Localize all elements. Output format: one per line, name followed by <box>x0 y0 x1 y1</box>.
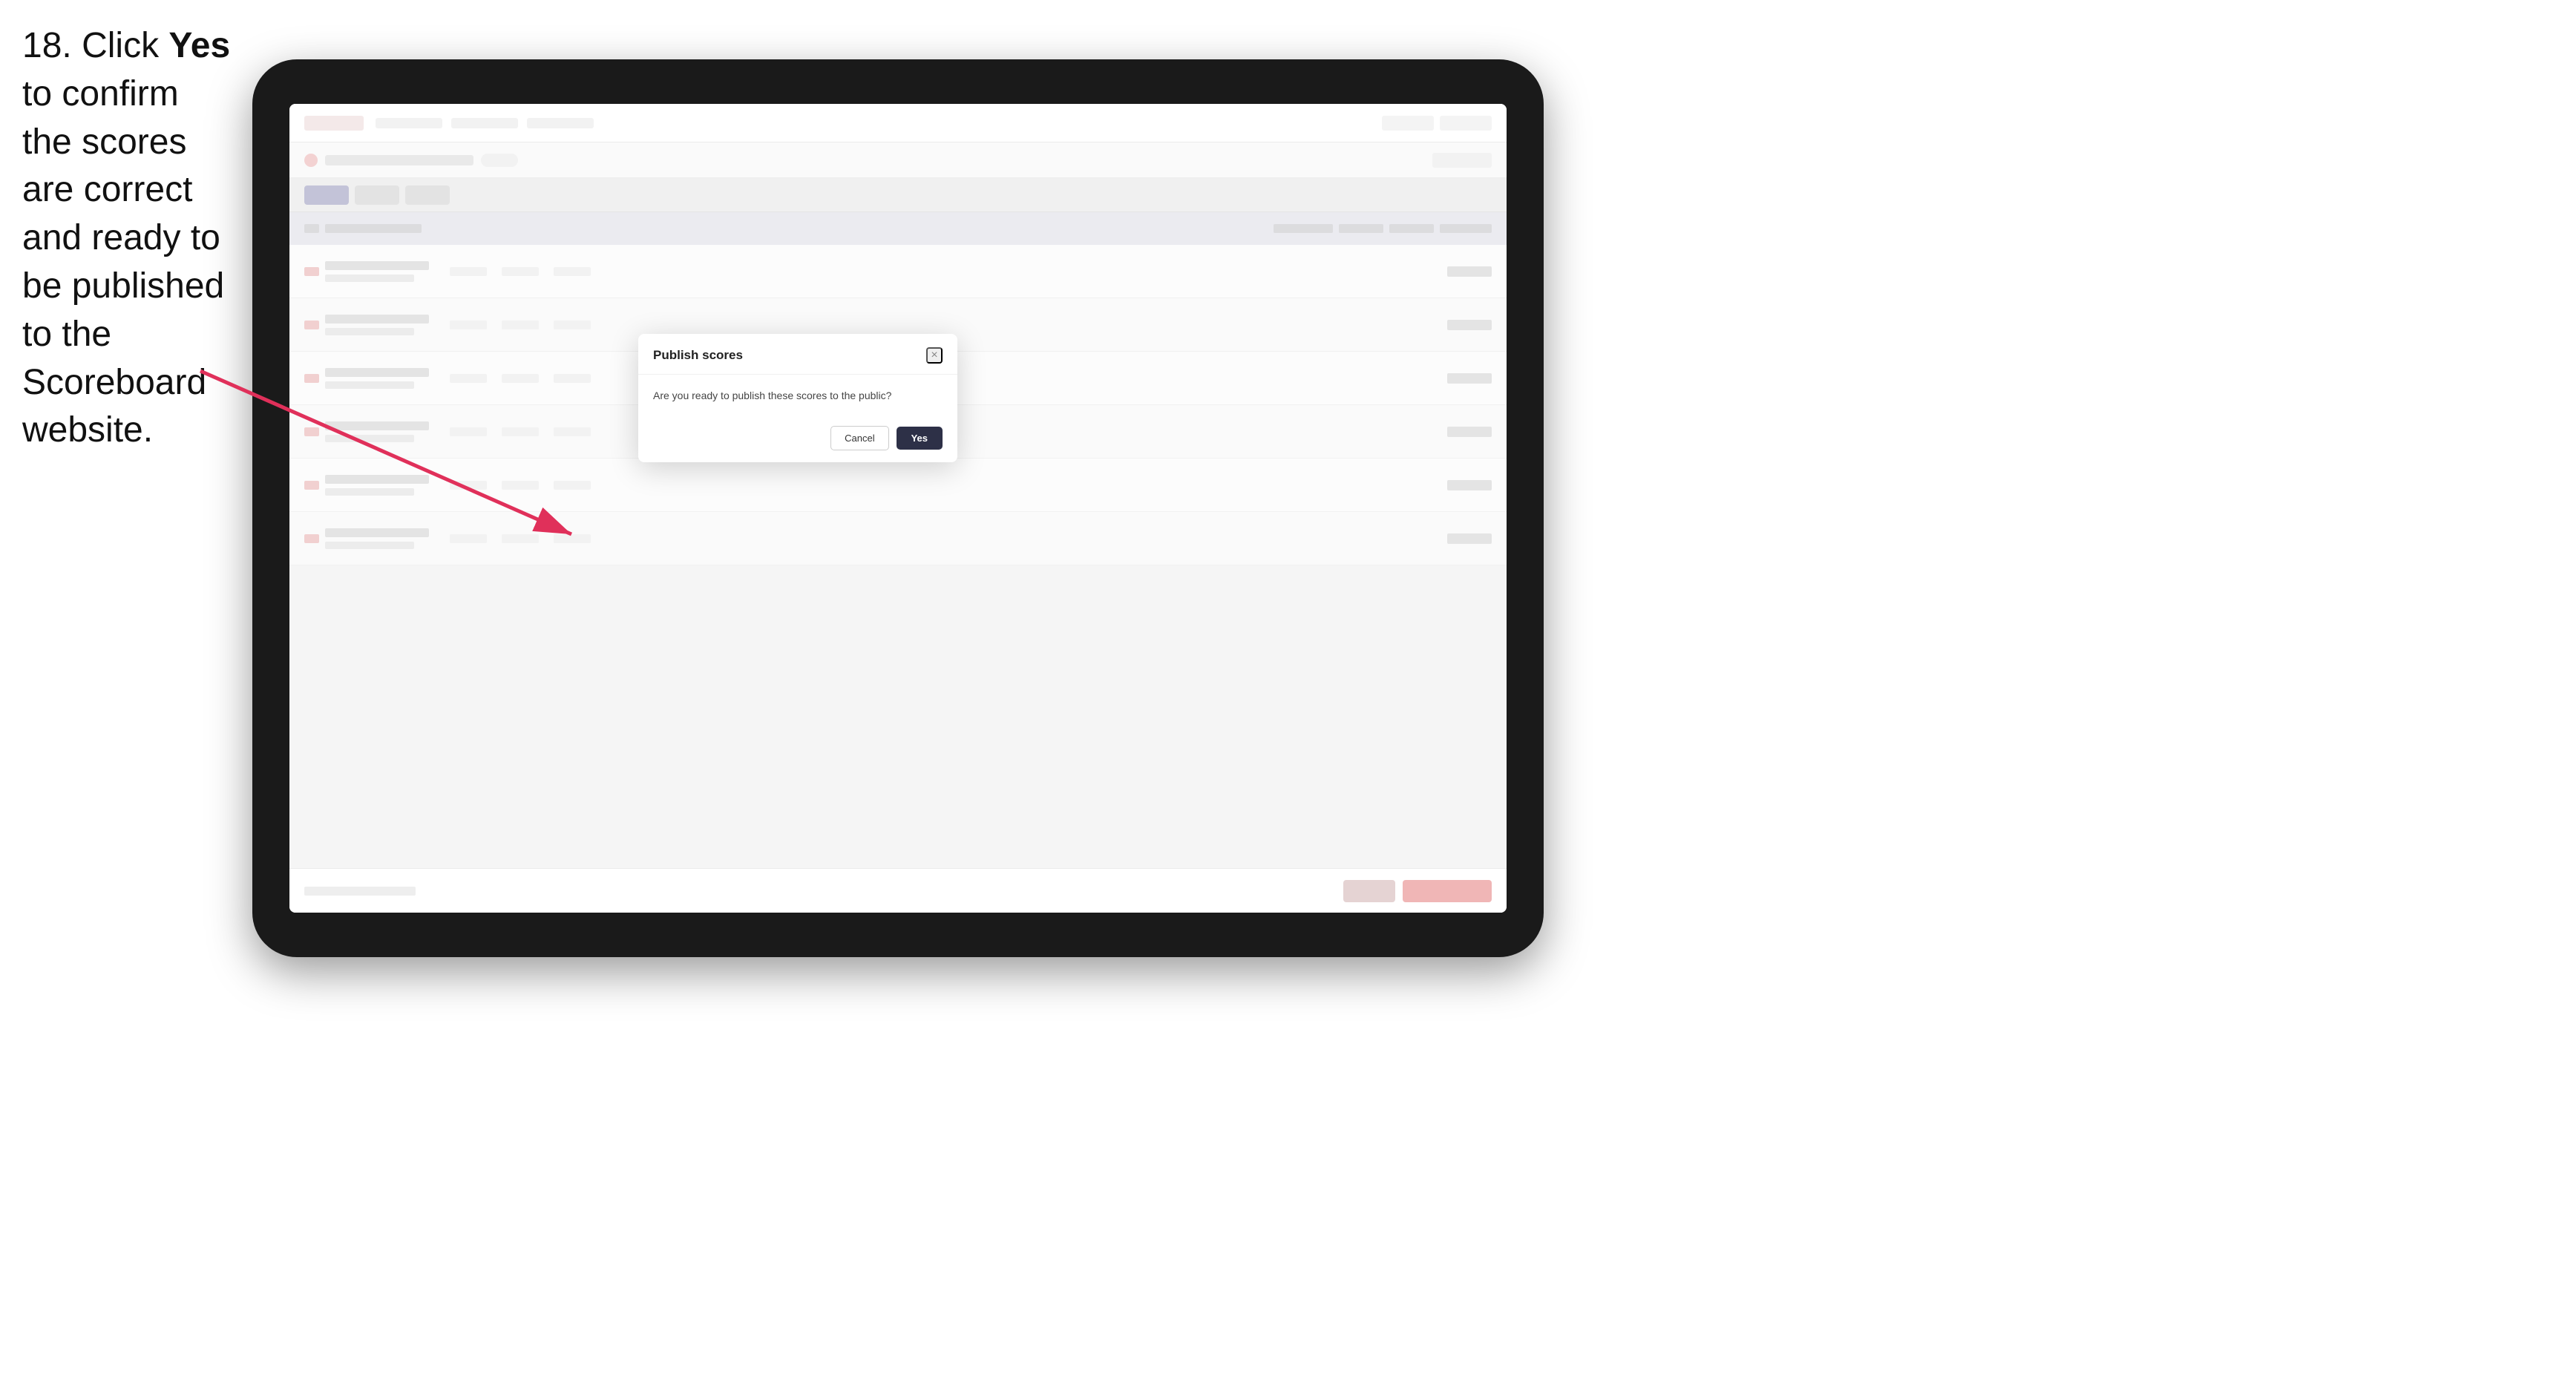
step-number: 18. <box>22 26 72 65</box>
dialog-title: Publish scores <box>653 348 743 363</box>
publish-scores-dialog: Publish scores × Are you ready to publis… <box>638 334 957 462</box>
cancel-button[interactable]: Cancel <box>830 426 888 450</box>
dialog-header: Publish scores × <box>638 334 957 375</box>
instruction-text: 18. Click Yes to confirm the scores are … <box>22 22 237 455</box>
dialog-body: Are you ready to publish these scores to… <box>638 375 957 417</box>
tablet-screen: Publish scores × Are you ready to publis… <box>289 104 1507 913</box>
dialog-footer: Cancel Yes <box>638 417 957 462</box>
tablet-device: Publish scores × Are you ready to publis… <box>252 59 1544 957</box>
instruction-text-part1: Click <box>72 26 169 65</box>
instruction-text-part2: to confirm the scores are correct and re… <box>22 74 224 450</box>
dialog-close-button[interactable]: × <box>926 347 943 364</box>
modal-overlay <box>289 104 1507 913</box>
instruction-bold-word: Yes <box>168 26 230 65</box>
dialog-message: Are you ready to publish these scores to… <box>653 388 943 404</box>
yes-button[interactable]: Yes <box>897 427 943 450</box>
